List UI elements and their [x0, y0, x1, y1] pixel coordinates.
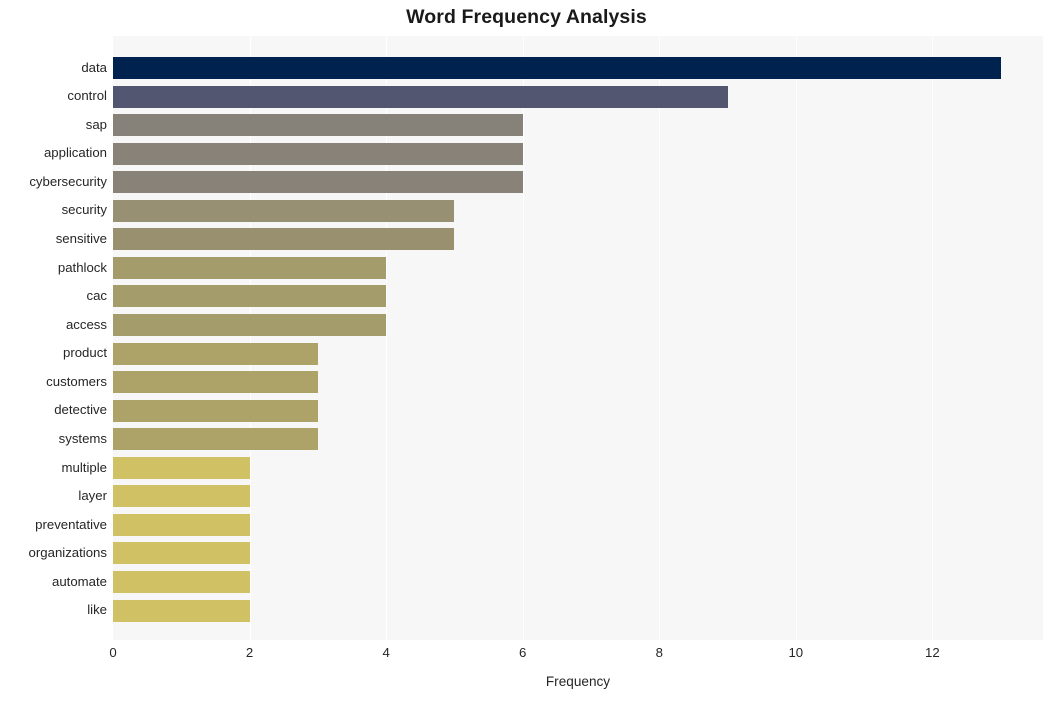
bar-row[interactable] [113, 339, 1043, 368]
y-tick-label-systems: systems [58, 430, 107, 446]
bar[interactable] [113, 171, 523, 194]
bar-row[interactable] [113, 282, 1043, 311]
bar-row[interactable] [113, 454, 1043, 483]
bar-row[interactable] [113, 254, 1043, 283]
y-tick-label-sensitive: sensitive [55, 231, 107, 247]
x-tick-label-0: 0 [109, 645, 117, 660]
bar-row[interactable] [113, 111, 1043, 140]
x-tick-label-4: 4 [382, 645, 390, 660]
bar[interactable] [113, 485, 250, 508]
y-tick-label-product: product [63, 345, 107, 361]
y-tick-label-organizations: organizations [28, 545, 107, 561]
y-tick-label-data: data [81, 59, 107, 75]
y-tick-label-like: like [87, 602, 107, 618]
x-axis: 0 2 4 6 8 10 12 [0, 645, 1053, 667]
y-tick-label-cybersecurity: cybersecurity [29, 173, 107, 189]
x-tick-label-6: 6 [519, 645, 527, 660]
bar-row[interactable] [113, 482, 1043, 511]
bar[interactable] [113, 285, 387, 308]
x-tick-label-10: 10 [788, 645, 804, 660]
bar[interactable] [113, 313, 387, 336]
y-tick-label-multiple: multiple [61, 459, 107, 475]
bar[interactable] [113, 456, 250, 479]
bar[interactable] [113, 513, 250, 536]
bar[interactable] [113, 371, 318, 394]
y-tick-label-cac: cac [86, 288, 107, 304]
y-tick-label-customers: customers [46, 373, 107, 389]
y-tick-label-sap: sap [85, 116, 107, 132]
y-tick-label-detective: detective [54, 402, 107, 418]
y-tick-label-preventative: preventative [35, 516, 107, 532]
bar-row[interactable] [113, 568, 1043, 597]
y-tick-label-layer: layer [78, 488, 107, 504]
y-tick-label-access: access [65, 316, 107, 332]
bar[interactable] [113, 228, 455, 251]
bar-row[interactable] [113, 596, 1043, 625]
bar-row[interactable] [113, 396, 1043, 425]
x-tick-label-8: 8 [655, 645, 663, 660]
x-tick-label-12: 12 [925, 645, 940, 660]
bar-row[interactable] [113, 196, 1043, 225]
bar[interactable] [113, 599, 250, 622]
bar-row[interactable] [113, 139, 1043, 168]
plot-area [113, 36, 1043, 640]
bar-row[interactable] [113, 82, 1043, 111]
bar-row[interactable] [113, 54, 1043, 83]
bar[interactable] [113, 428, 318, 451]
bar-row[interactable] [113, 425, 1043, 454]
bar[interactable] [113, 142, 523, 165]
bar-row[interactable] [113, 511, 1043, 540]
y-tick-label-pathlock: pathlock [57, 259, 107, 275]
bar[interactable] [113, 199, 455, 222]
x-tick-label-2: 2 [245, 645, 254, 660]
bar[interactable] [113, 85, 728, 108]
y-tick-label-control: control [67, 88, 107, 104]
bar[interactable] [113, 256, 387, 279]
y-tick-label-automate: automate [52, 573, 107, 589]
chart-figure: Word Frequency Analysis data control sap ap… [0, 0, 1053, 701]
chart-title: Word Frequency Analysis [406, 6, 647, 28]
y-axis: data control sap application cybersecurity se… [0, 36, 107, 640]
bar[interactable] [113, 114, 523, 137]
bar[interactable] [113, 56, 1001, 79]
bar[interactable] [113, 342, 318, 365]
bar[interactable] [113, 571, 250, 593]
bar-row[interactable] [113, 225, 1043, 254]
bar-row[interactable] [113, 168, 1043, 197]
y-tick-label-security: security [61, 202, 107, 218]
bar[interactable] [113, 399, 318, 422]
y-tick-label-application: application [43, 145, 107, 161]
bar-row[interactable] [113, 539, 1043, 568]
bar[interactable] [113, 542, 250, 565]
bar-row[interactable] [113, 368, 1043, 397]
x-axis-title: Frequency [545, 674, 611, 689]
bar-row[interactable] [113, 311, 1043, 340]
